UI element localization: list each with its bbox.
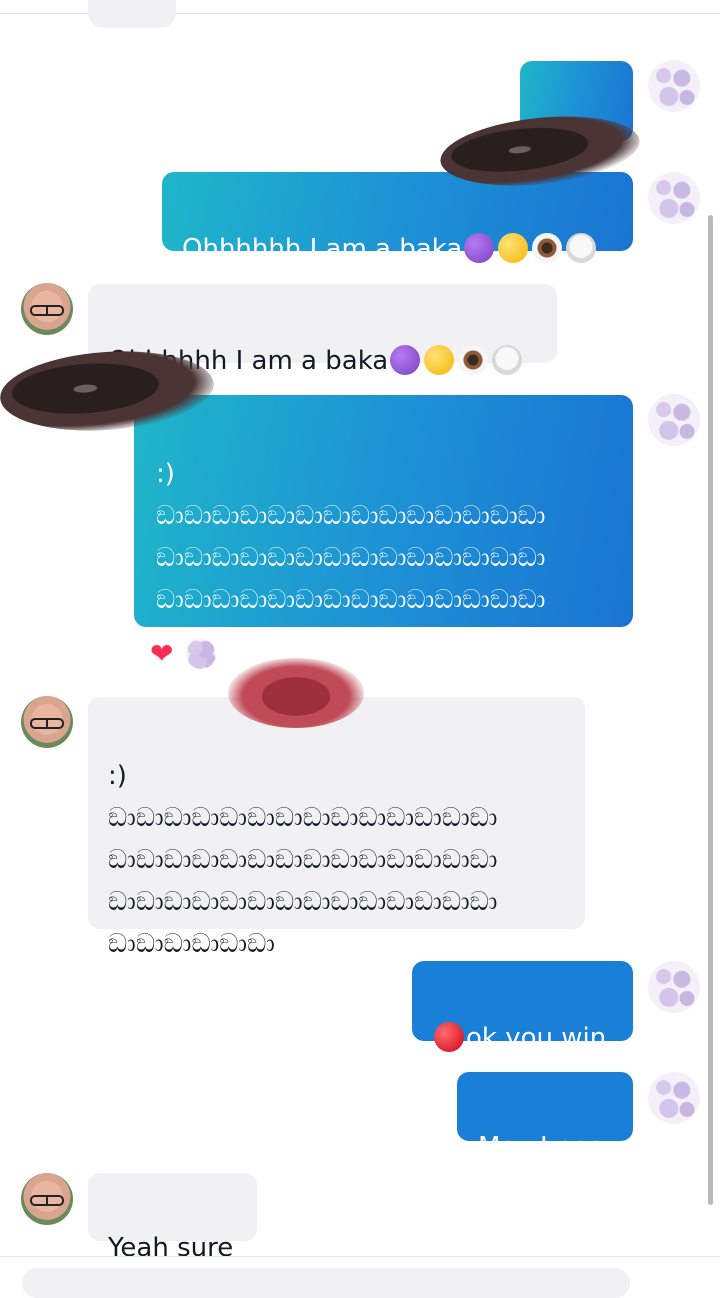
message-text: ok you win <box>466 1023 607 1053</box>
my-avatar[interactable] <box>648 394 700 446</box>
glasses-icon <box>30 1195 64 1206</box>
eye-icon <box>458 345 489 375</box>
eye-icon <box>532 233 563 263</box>
red-circle-icon <box>434 1022 464 1052</box>
skull-icon <box>492 345 523 375</box>
message-outgoing-baka[interactable]: Ohhhhhh I am a baka <box>162 172 633 264</box>
message-input[interactable] <box>22 1268 630 1298</box>
message-text: Ohhhhhh I am a baka <box>182 234 463 264</box>
glasses-icon <box>30 305 64 316</box>
previous-message-bubble[interactable] <box>88 0 176 28</box>
message-text: :) ඞාඞාඞාඞාඞාඞාඞාඞාඞාඞාඞාඞාඞාඞා ඞාඞාඞාඞා… <box>108 761 498 959</box>
message-incoming-baka[interactable]: Ohhhhhh I am a baka <box>88 284 557 376</box>
glasses-icon <box>30 718 64 729</box>
footer-divider <box>0 1256 720 1257</box>
message-text: Yeah sure <box>108 1233 234 1263</box>
my-avatar[interactable] <box>648 172 700 224</box>
scrollbar[interactable] <box>708 215 713 1205</box>
message-text: :) ඞාඞාඞාඞාඞාඞාඞාඞාඞාඞාඞාඞාඞාඞා ඞාඞාඞාඞා… <box>156 459 546 657</box>
devil-icon <box>390 345 421 375</box>
reaction-avatar <box>186 639 216 669</box>
message-incoming-yeah-sure[interactable]: Yeah sure <box>88 1173 257 1263</box>
devil-icon <box>464 233 495 263</box>
contact-avatar[interactable] <box>21 696 73 748</box>
star-struck-icon <box>424 345 455 375</box>
skull-icon <box>566 233 597 263</box>
message-text: May I post <box>478 1132 602 1204</box>
message-outgoing-long[interactable]: :) ඞාඞාඞාඞාඞාඞාඞාඞාඞාඞාඞාඞාඞාඞා ඞාඞාඞාඞා… <box>134 395 633 657</box>
message-outgoing-may-i-post[interactable]: May I post <box>457 1072 633 1204</box>
heart-reaction-icon[interactable]: ❤ <box>150 640 173 668</box>
my-avatar[interactable] <box>648 961 700 1013</box>
my-avatar[interactable] <box>648 60 700 112</box>
contact-avatar[interactable] <box>21 283 73 335</box>
contact-avatar[interactable] <box>21 1173 73 1225</box>
message-outgoing-ok-you-win[interactable]: ok you win <box>412 961 633 1053</box>
star-struck-icon <box>498 233 529 263</box>
message-incoming-long[interactable]: :) ඞාඞාඞාඞාඞාඞාඞාඞාඞාඞාඞාඞාඞාඞා ඞාඞාඞාඞා… <box>88 697 585 959</box>
my-avatar[interactable] <box>648 1072 700 1124</box>
lips-sticker[interactable] <box>228 658 364 728</box>
